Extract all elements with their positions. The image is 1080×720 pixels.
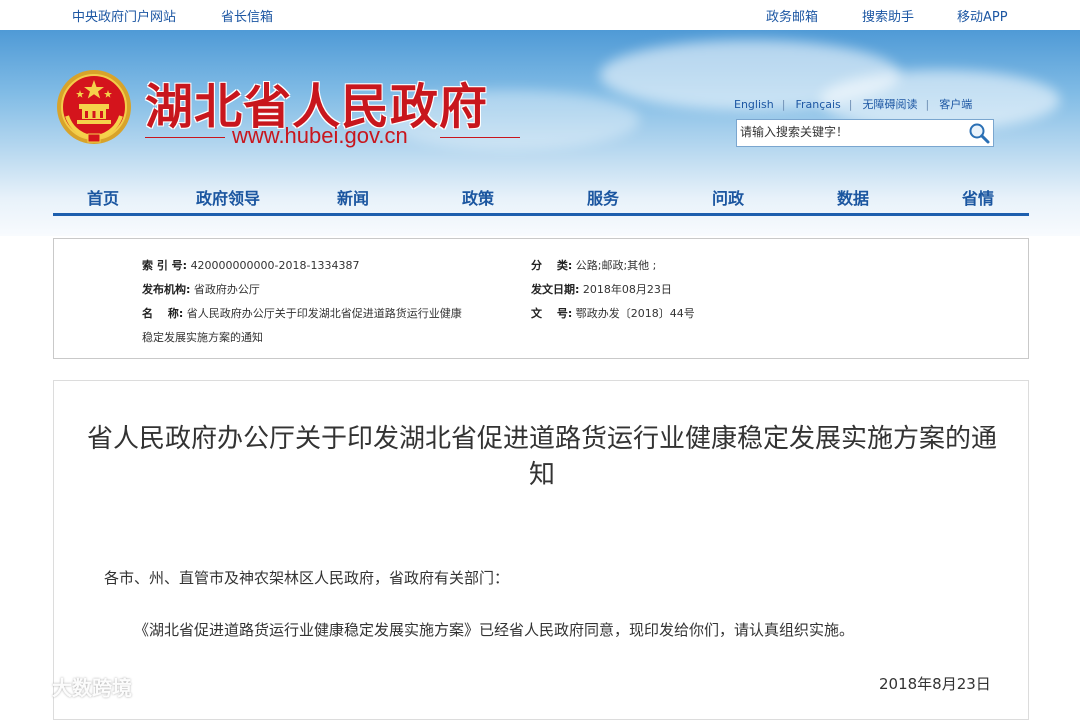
watermark-text: 大数跨境 bbox=[52, 675, 132, 700]
gov-email-link[interactable]: 政务邮箱 bbox=[766, 6, 818, 25]
site-url: www.hubei.gov.cn bbox=[232, 123, 408, 148]
doc-number-value: 鄂政办发〔2018〕44号 bbox=[575, 307, 695, 320]
mobile-app-link[interactable]: 移动APP bbox=[957, 6, 1008, 25]
doc-number-row: 文 号: 鄂政办发〔2018〕44号 bbox=[531, 305, 695, 321]
nav-item-inquiry[interactable]: 问政 bbox=[678, 185, 778, 209]
search-input[interactable] bbox=[737, 120, 962, 144]
top-utility-bar: 中央政府门户网站 省长信箱 政务邮箱 搜索助手 移动APP bbox=[0, 0, 1080, 30]
article-paragraph: 《湖北省促进道路货运行业健康稳定发展实施方案》已经省人民政府同意，现印发给你们，… bbox=[134, 621, 855, 639]
article-paragraph: 各市、州、直管市及神农架林区人民政府，省政府有关部门： bbox=[104, 569, 510, 587]
issue-date-label: 发文日期: bbox=[531, 283, 580, 296]
issue-date-value: 2018年08月23日 bbox=[582, 283, 672, 296]
article-date: 2018年8月23日 bbox=[879, 675, 991, 693]
publisher-value: 省政府办公厅 bbox=[193, 283, 260, 296]
doc-name-label: 名 称: bbox=[142, 307, 184, 320]
central-gov-portal-link[interactable]: 中央政府门户网站 bbox=[72, 6, 176, 25]
divider bbox=[440, 137, 520, 138]
publisher-label: 发布机构: bbox=[142, 283, 191, 296]
nav-item-home[interactable]: 首页 bbox=[53, 185, 153, 209]
nav-item-data[interactable]: 数据 bbox=[803, 185, 903, 209]
article-panel: 省人民政府办公厅关于印发湖北省促进道路货运行业健康稳定发展实施方案的通知 各市、… bbox=[53, 380, 1029, 720]
english-link[interactable]: English bbox=[734, 98, 774, 111]
nav-underline bbox=[53, 213, 1029, 216]
nav-item-gov-leaders[interactable]: 政府领导 bbox=[178, 185, 278, 209]
watermark: 大数跨境 bbox=[8, 672, 132, 700]
governor-mailbox-link[interactable]: 省长信箱 bbox=[221, 6, 273, 25]
separator: | bbox=[781, 98, 786, 111]
doc-name-value: 省人民政府办公厅关于印发湖北省促进道路货运行业健康 bbox=[186, 307, 462, 320]
national-emblem-icon bbox=[57, 70, 131, 144]
article-title: 省人民政府办公厅关于印发湖北省促进道路货运行业健康稳定发展实施方案的通知 bbox=[86, 424, 997, 490]
issue-date-row: 发文日期: 2018年08月23日 bbox=[531, 281, 672, 297]
nav-item-policy[interactable]: 政策 bbox=[428, 185, 528, 209]
accessibility-link[interactable]: 无障碍阅读 bbox=[863, 98, 918, 111]
language-links: English | Français | 无障碍阅读 | 客户端 bbox=[734, 96, 972, 112]
doc-number-label: 文 号: bbox=[531, 307, 573, 320]
category-label: 分 类: bbox=[531, 259, 573, 272]
search-icon[interactable] bbox=[967, 121, 991, 145]
index-number-label: 索 引 号: bbox=[142, 259, 188, 272]
publisher-row: 发布机构: 省政府办公厅 bbox=[142, 281, 260, 297]
nav-item-province-info[interactable]: 省情 bbox=[928, 185, 1028, 209]
index-number-value: 420000000000-2018-1334387 bbox=[190, 259, 360, 272]
category-row: 分 类: 公路;邮政;其他 ; bbox=[531, 257, 656, 273]
index-number-row: 索 引 号: 420000000000-2018-1334387 bbox=[142, 257, 359, 273]
document-metadata: 索 引 号: 420000000000-2018-1334387 分 类: 公路… bbox=[53, 238, 1029, 359]
doc-name-continued: 稳定发展实施方案的通知 bbox=[142, 331, 263, 344]
client-app-link[interactable]: 客户端 bbox=[939, 98, 972, 111]
doc-name-row: 名 称: 省人民政府办公厅关于印发湖北省促进道路货运行业健康 bbox=[142, 305, 462, 321]
separator: | bbox=[925, 98, 930, 111]
nav-item-services[interactable]: 服务 bbox=[553, 185, 653, 209]
search-box bbox=[736, 119, 994, 147]
watermark-logo-icon bbox=[10, 676, 51, 696]
nav-item-news[interactable]: 新闻 bbox=[303, 185, 403, 209]
french-link[interactable]: Français bbox=[795, 98, 840, 111]
divider bbox=[145, 137, 225, 138]
category-value: 公路;邮政;其他 ; bbox=[575, 259, 657, 272]
separator: | bbox=[848, 98, 853, 111]
search-assistant-link[interactable]: 搜索助手 bbox=[862, 6, 914, 25]
main-nav: 首页 政府领导 新闻 政策 服务 问政 数据 省情 bbox=[53, 183, 1029, 213]
